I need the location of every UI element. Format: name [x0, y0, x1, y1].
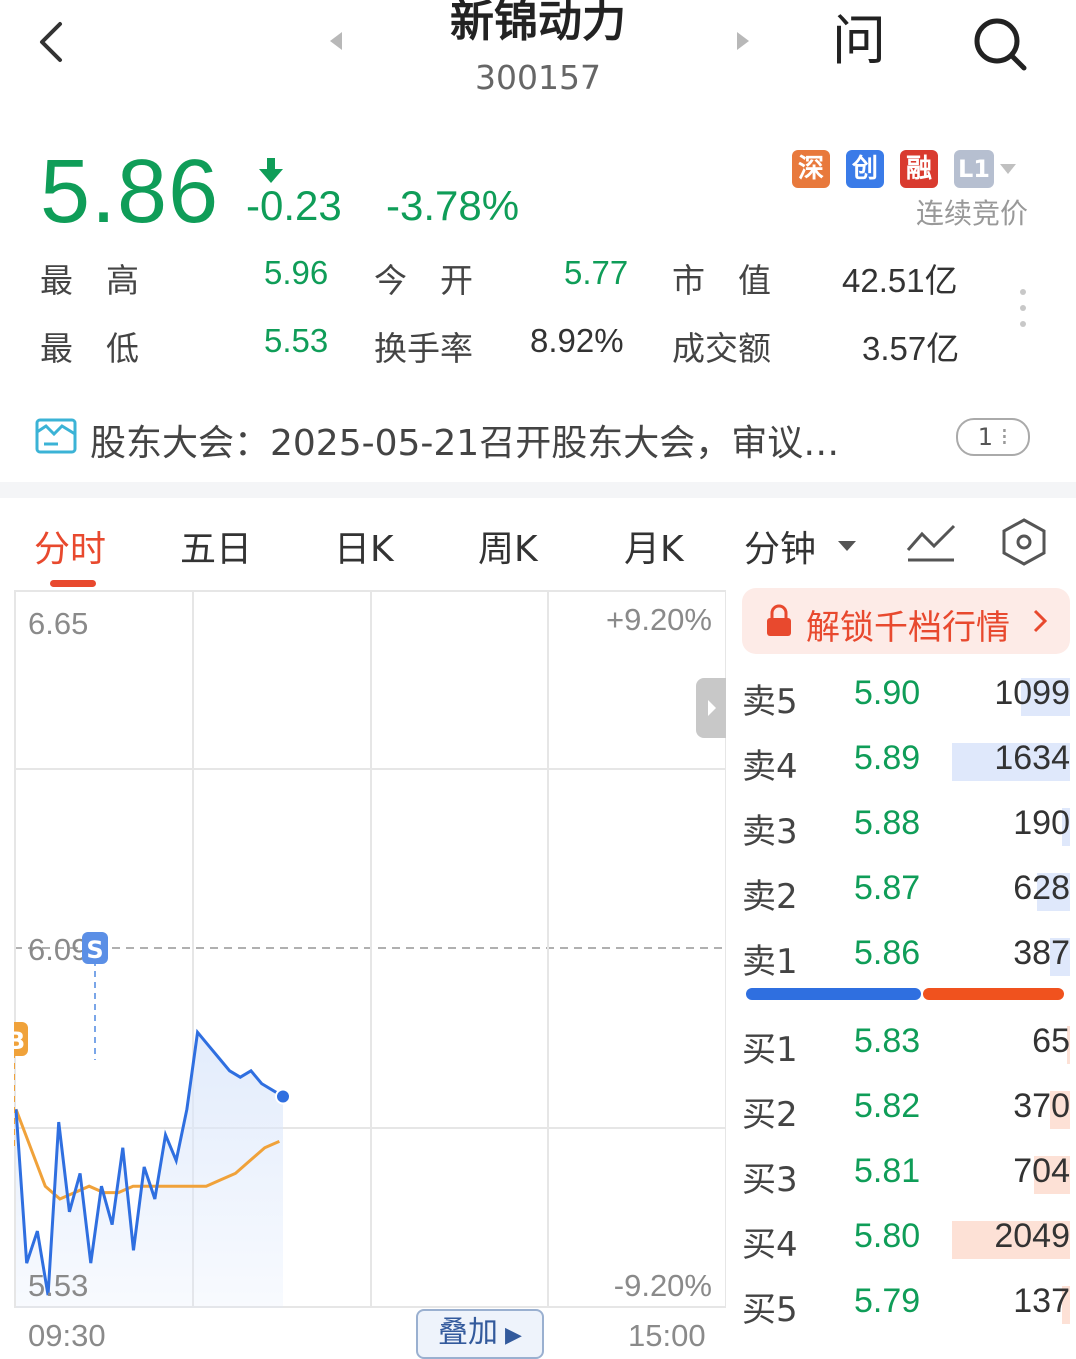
time-start: 09:30 — [28, 1318, 106, 1353]
ask-price: 5.87 — [854, 869, 921, 907]
bid-label: 买3 — [742, 1160, 798, 1200]
ask-volume: 1634 — [994, 739, 1070, 777]
y-axis-mid: 6.09 — [28, 932, 88, 967]
news-pager[interactable]: 1 ⁝ — [956, 418, 1030, 456]
bid-price: 5.83 — [854, 1022, 921, 1060]
intraday-chart[interactable]: 6.65 6.09 5.53 +9.20% -9.20% S B — [14, 590, 726, 1308]
chevron-down-icon[interactable] — [838, 541, 856, 551]
stock-code: 300157 — [475, 58, 601, 97]
bid-price: 5.80 — [854, 1217, 921, 1255]
buy-ratio-bar — [746, 988, 921, 1000]
bid-volume: 370 — [1013, 1087, 1070, 1125]
stat-value-mktcap: 42.51亿 — [842, 262, 958, 299]
bid-label: 买2 — [742, 1095, 798, 1135]
pct-axis-bottom: -9.20% — [614, 1268, 712, 1303]
tab-five-day[interactable]: 五日 — [180, 520, 252, 572]
chevron-right-icon — [1033, 609, 1048, 633]
more-vertical-icon[interactable] — [1018, 288, 1028, 332]
tab-daily-k[interactable]: 日K — [334, 520, 394, 572]
bid-price: 5.79 — [854, 1282, 921, 1320]
last-price-dot — [275, 1088, 291, 1105]
stat-label-high: 最 高 — [40, 261, 139, 300]
unlock-depth-label: 解锁千档行情 — [806, 608, 1010, 648]
overlay-label: 叠加 — [438, 1315, 499, 1350]
badge-margin: 融 — [900, 150, 938, 188]
bid-price: 5.81 — [854, 1152, 921, 1190]
time-end: 15:00 — [628, 1318, 706, 1353]
lock-icon — [767, 604, 791, 636]
bid-label: 买5 — [742, 1290, 798, 1330]
sell-marker-label: S — [86, 936, 103, 964]
play-right-icon: ▶ — [498, 1323, 522, 1348]
bid-volume: 2049 — [994, 1217, 1070, 1255]
tab-intraday[interactable]: 分时 — [34, 520, 106, 572]
tab-minute[interactable]: 分钟 — [744, 520, 816, 572]
price-change: -0.23 — [246, 182, 342, 229]
news-ticker[interactable]: 股东大会：2025-05-21召开股东大会，审议… — [90, 414, 839, 466]
bid-label: 买4 — [742, 1225, 798, 1265]
tab-underline — [50, 580, 96, 587]
tab-monthly-k[interactable]: 月K — [624, 520, 684, 572]
ask-label: 问 — [832, 9, 886, 72]
bid-volume: 137 — [1013, 1282, 1070, 1320]
bid-label: 买1 — [742, 1030, 798, 1070]
stat-value-amount: 3.57亿 — [862, 330, 960, 367]
tab-weekly-k[interactable]: 周K — [478, 520, 538, 572]
ask-label: 卖2 — [742, 877, 798, 917]
ask-price: 5.89 — [854, 739, 921, 777]
next-stock-icon[interactable] — [737, 32, 749, 50]
stat-label-low: 最 低 — [40, 329, 139, 368]
settings-hex-icon[interactable] — [998, 516, 1050, 568]
pager-dots-icon: ⁝ — [993, 423, 1009, 451]
ask-price: 5.88 — [854, 804, 921, 842]
indicator-icon[interactable] — [904, 520, 958, 564]
buy-marker[interactable]: B — [14, 1022, 28, 1056]
ask-label: 卖1 — [742, 942, 798, 982]
stat-value-high: 5.96 — [264, 254, 329, 291]
expand-handle[interactable] — [696, 678, 726, 738]
price-change-pct: -3.78% — [386, 182, 520, 229]
badge-level1[interactable]: L1 — [954, 150, 994, 188]
sell-ratio-bar — [923, 988, 1064, 1000]
bid-volume: 65 — [1032, 1022, 1070, 1060]
bid-price: 5.82 — [854, 1087, 921, 1125]
stat-value-turnover: 8.92% — [530, 322, 624, 359]
ask-button[interactable]: 问 — [832, 6, 892, 76]
sell-marker[interactable]: S — [82, 932, 108, 964]
search-icon[interactable] — [970, 14, 1030, 74]
news-pager-count: 1 — [977, 423, 993, 451]
ask-label: 卖5 — [742, 682, 798, 722]
stock-name: 新锦动力 — [450, 0, 626, 47]
stat-value-low: 5.53 — [264, 322, 329, 359]
ask-volume: 190 — [1013, 804, 1070, 842]
ask-label: 卖3 — [742, 812, 798, 852]
chevron-right-icon — [708, 700, 716, 716]
y-axis-bottom: 5.53 — [28, 1268, 88, 1303]
stat-value-open: 5.77 — [564, 254, 629, 291]
stat-label-open: 今 开 — [374, 261, 473, 300]
stat-label-amount: 成交额 — [672, 329, 771, 368]
y-axis-top: 6.65 — [28, 606, 88, 641]
ask-label: 卖4 — [742, 747, 798, 787]
ask-price: 5.90 — [854, 674, 921, 712]
ask-price: 5.86 — [854, 934, 921, 972]
bid-volume: 704 — [1013, 1152, 1070, 1190]
announcement-icon — [35, 418, 77, 454]
stat-label-turnover: 换手率 — [374, 329, 473, 368]
current-price: 5.86 — [40, 142, 220, 242]
ask-volume: 1099 — [994, 674, 1070, 712]
badge-chinext: 创 — [846, 150, 884, 188]
trading-status: 连续竞价 — [915, 197, 1028, 230]
pct-axis-top: +9.20% — [606, 602, 712, 637]
buy-marker-label: B — [14, 1027, 25, 1055]
section-divider — [0, 482, 1076, 498]
stat-label-mktcap: 市 值 — [672, 261, 771, 300]
level-dropdown-icon[interactable] — [1000, 164, 1016, 174]
badge-shenzhen: 深 — [792, 150, 830, 188]
ask-volume: 387 — [1013, 934, 1070, 972]
ask-volume: 628 — [1013, 869, 1070, 907]
